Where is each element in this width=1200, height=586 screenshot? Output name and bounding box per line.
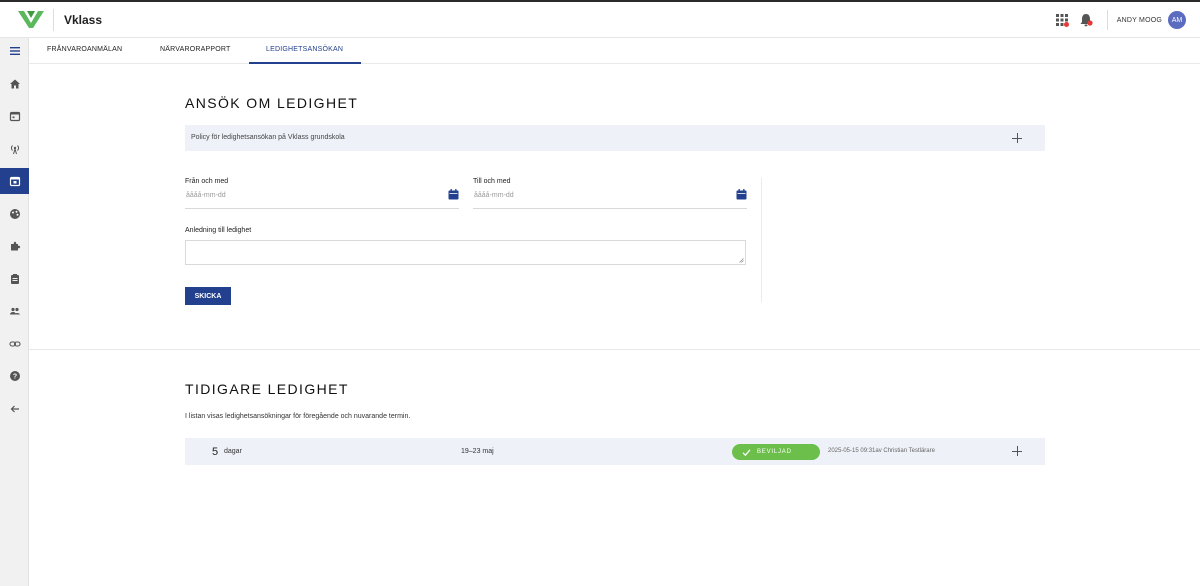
- top-header: Vklass ANDY MOOG AM: [0, 2, 1200, 38]
- sidebar-item-leave[interactable]: [0, 168, 29, 194]
- leave-dates: 19–23 maj: [461, 448, 494, 455]
- calendar-check-icon: [9, 176, 20, 187]
- sidebar-item-home[interactable]: [0, 71, 29, 97]
- clipboard-icon: [10, 274, 19, 284]
- leave-day-unit: dagar: [224, 448, 242, 455]
- expand-plus-icon[interactable]: [1012, 446, 1022, 456]
- puzzle-icon: [10, 241, 20, 251]
- tab-leave-application[interactable]: LEDIGHETSANSÖKAN: [266, 46, 343, 53]
- active-tab-indicator: [249, 62, 361, 64]
- home-icon: [9, 79, 20, 89]
- from-date-label: Från och med: [185, 178, 229, 185]
- sidebar-item-puzzle[interactable]: [0, 233, 29, 259]
- leave-meta: 2025-05-15 09:31av Christian Testlärare: [828, 448, 935, 454]
- checkmark-icon: [742, 448, 751, 456]
- leave-day-count: 5: [212, 446, 219, 458]
- expand-plus-icon[interactable]: [1012, 133, 1022, 143]
- link-icon: [8, 341, 21, 347]
- sidebar-item-help[interactable]: ?: [0, 363, 29, 389]
- help-icon: ?: [9, 371, 20, 381]
- palette-icon: [9, 209, 20, 219]
- header-actions: ANDY MOOG AM: [1047, 9, 1186, 31]
- from-date-placeholder: åååå-mm-dd: [186, 192, 226, 199]
- calendar-icon[interactable]: [736, 189, 747, 200]
- sidebar: ?: [0, 38, 29, 586]
- to-date-field[interactable]: åååå-mm-dd: [473, 189, 747, 209]
- list-item[interactable]: 5 dagar 19–23 maj BEVILJAD 2025-05-15 09…: [185, 438, 1045, 465]
- from-date-field[interactable]: åååå-mm-dd: [185, 189, 459, 209]
- sidebar-item-people[interactable]: [0, 298, 29, 324]
- menu-icon: [9, 47, 20, 55]
- logo-divider: [53, 9, 54, 31]
- apps-grid-icon[interactable]: [1053, 11, 1071, 29]
- tab-attendance-report[interactable]: NÄRVARORAPPORT: [160, 46, 230, 53]
- vklass-logo-icon[interactable]: [18, 9, 44, 29]
- submit-button[interactable]: SKICKA: [185, 287, 231, 305]
- back-arrow-icon: [10, 405, 19, 413]
- people-icon: [9, 307, 20, 315]
- header-divider: [1106, 10, 1108, 30]
- reason-label: Anledning till ledighet: [185, 227, 252, 234]
- to-date-placeholder: åååå-mm-dd: [474, 192, 514, 199]
- brand-name: Vklass: [64, 13, 103, 27]
- to-date-label: Till och med: [473, 178, 511, 185]
- policy-accordion[interactable]: Policy för ledighetsansökan på Vklass gr…: [185, 125, 1045, 151]
- sidebar-item-broadcast[interactable]: [0, 136, 29, 162]
- avatar[interactable]: AM: [1168, 11, 1186, 29]
- tab-absence-report[interactable]: FRÅNVAROANMÄLAN: [47, 46, 122, 53]
- page-title: ANSÖK OM LEDIGHET: [185, 95, 359, 111]
- sidebar-item-calendar[interactable]: [0, 103, 29, 129]
- history-description: I listan visas ledighetsansökningar för …: [185, 413, 411, 420]
- sidebar-item-palette[interactable]: [0, 201, 29, 227]
- resize-grip-icon[interactable]: [739, 258, 744, 263]
- sidebar-menu-button[interactable]: [0, 38, 29, 64]
- sidebar-item-back[interactable]: [0, 396, 29, 422]
- svg-text:?: ?: [12, 374, 16, 381]
- user-name[interactable]: ANDY MOOG: [1117, 17, 1162, 24]
- section-divider: [29, 349, 1200, 350]
- form-divider: [761, 178, 762, 302]
- calendar-icon: [9, 111, 20, 122]
- sidebar-item-links[interactable]: [0, 331, 29, 357]
- reason-textarea[interactable]: [185, 240, 746, 265]
- broadcast-icon: [10, 145, 19, 155]
- tab-bar: FRÅNVAROANMÄLAN NÄRVARORAPPORT LEDIGHETS…: [29, 38, 1200, 64]
- history-title: TIDIGARE LEDIGHET: [185, 381, 349, 397]
- status-badge: BEVILJAD: [732, 444, 820, 460]
- policy-title: Policy för ledighetsansökan på Vklass gr…: [191, 134, 345, 141]
- status-label: BEVILJAD: [757, 449, 792, 455]
- calendar-icon[interactable]: [448, 189, 459, 200]
- notification-bell-icon[interactable]: [1077, 11, 1095, 29]
- sidebar-item-clipboard[interactable]: [0, 266, 29, 292]
